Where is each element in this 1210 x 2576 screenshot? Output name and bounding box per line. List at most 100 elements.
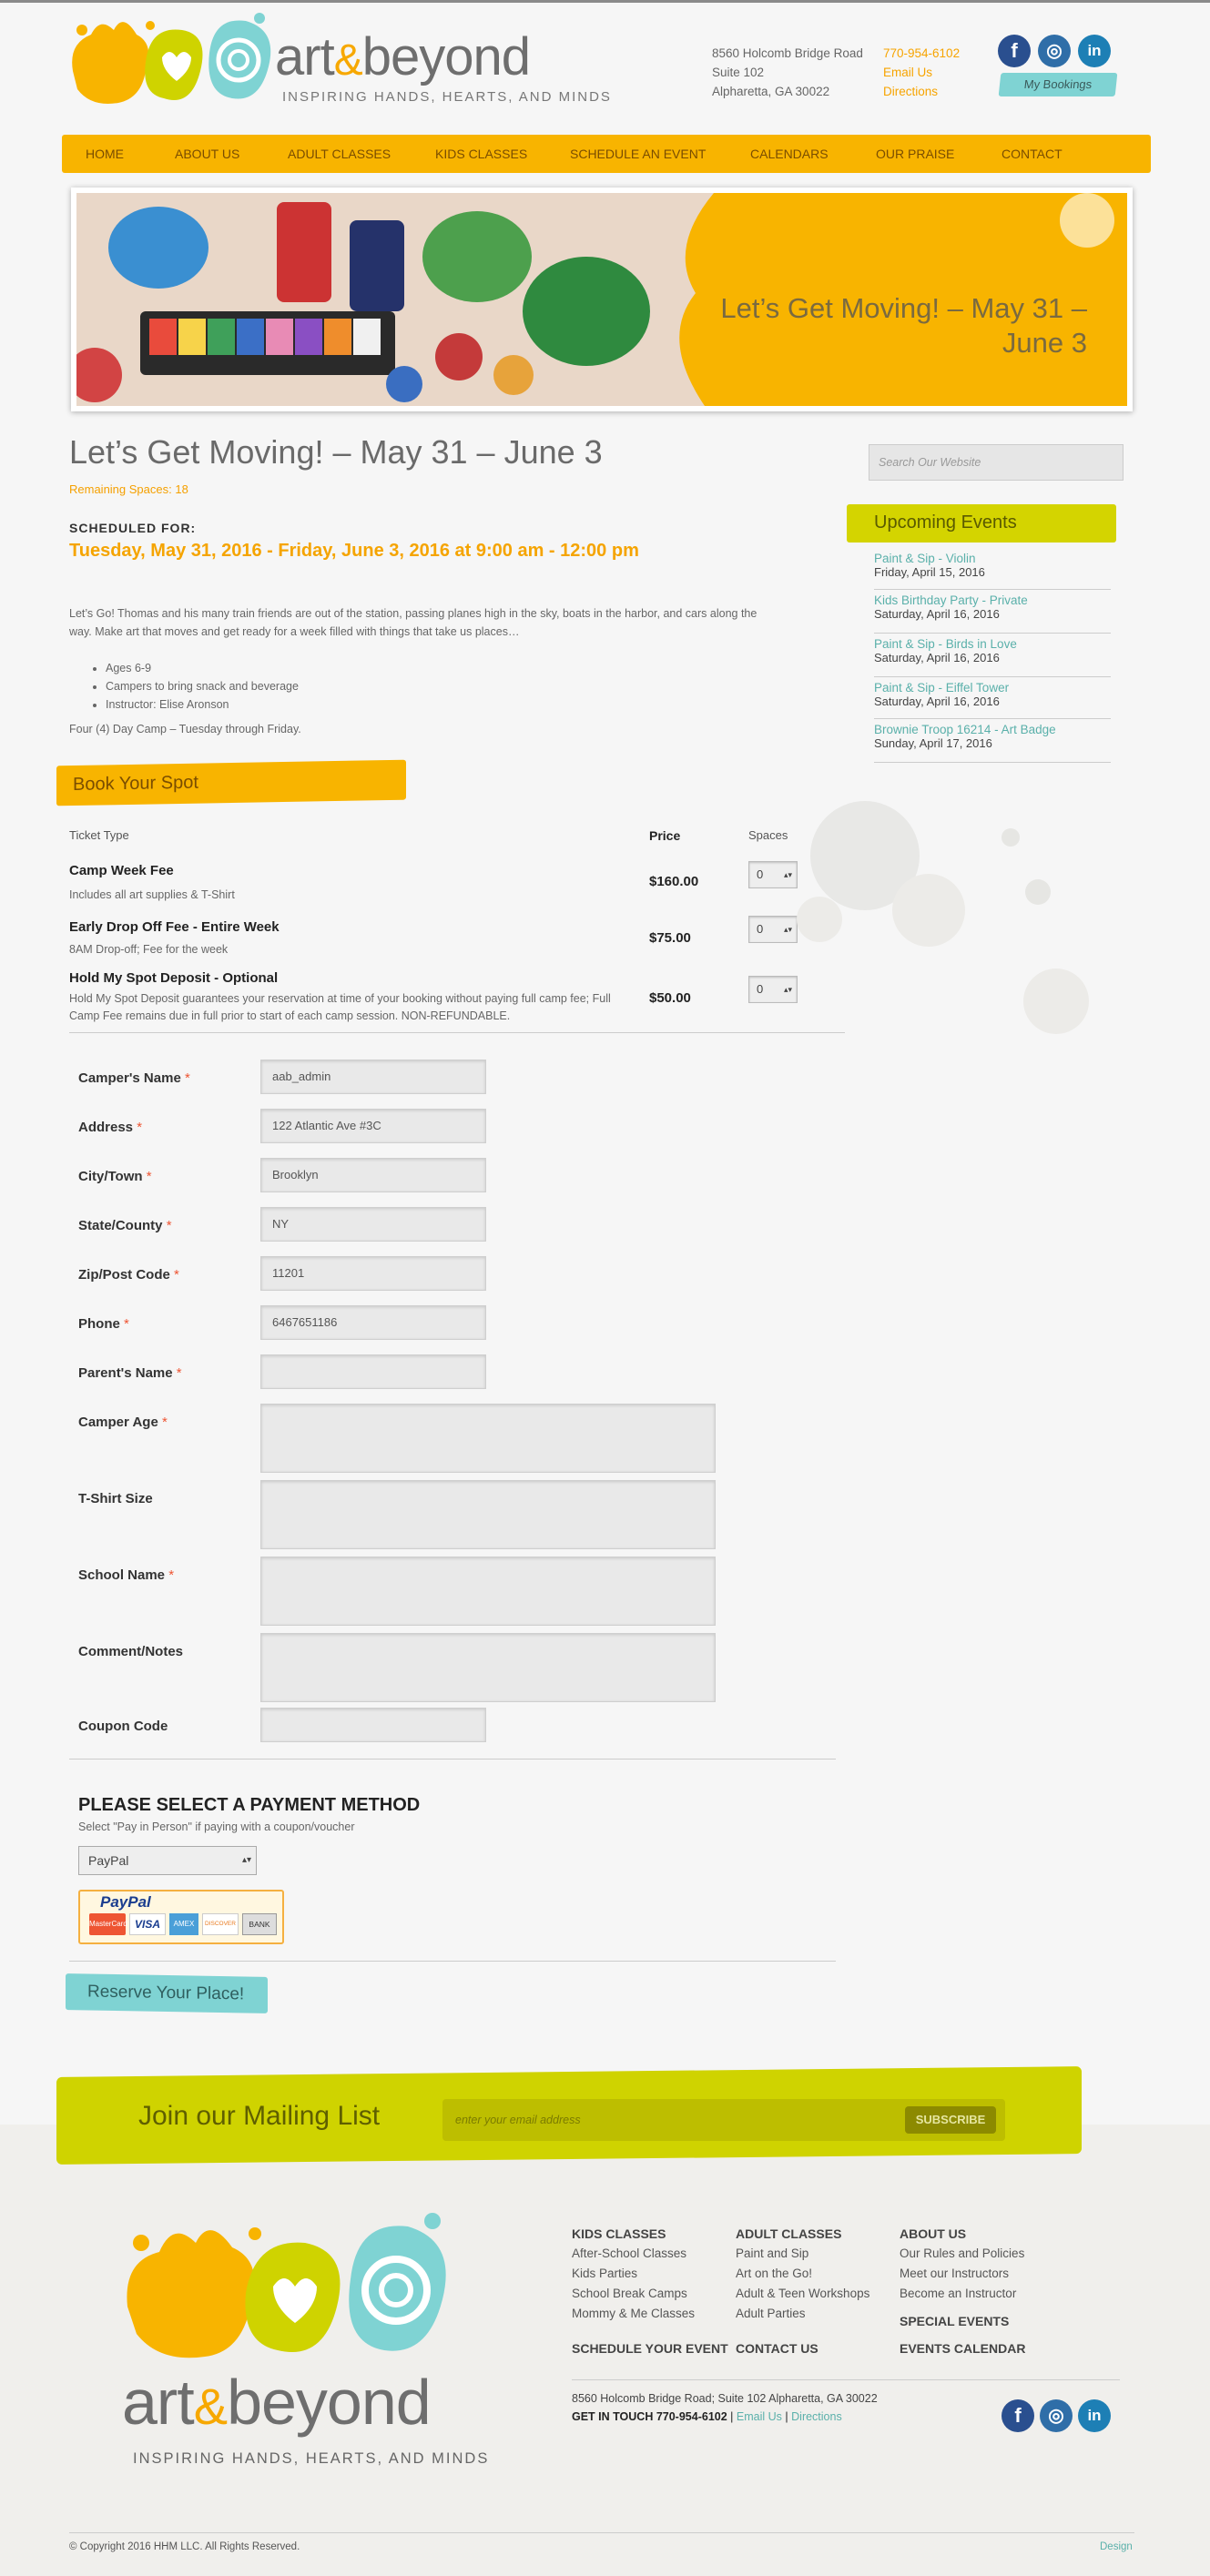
list-item: Campers to bring snack and beverage <box>106 677 299 695</box>
school-name-textarea[interactable] <box>260 1557 716 1626</box>
camper-age-textarea[interactable] <box>260 1404 716 1473</box>
field-label-address: Address * <box>78 1120 143 1135</box>
footer-kids-classes-link[interactable]: KIDS CLASSES <box>572 2226 666 2241</box>
discover-icon: DISCOVER <box>202 1913 239 1935</box>
nav-about-us[interactable]: ABOUT US <box>175 135 239 173</box>
footer-about-us-link[interactable]: ABOUT US <box>900 2226 966 2241</box>
ticket-price: $50.00 <box>649 990 691 1006</box>
list-item[interactable]: Paint & Sip - Eiffel Tower Saturday, Apri… <box>874 681 1111 719</box>
field-label-comment-notes: Comment/Notes <box>78 1644 184 1659</box>
nav-our-praise[interactable]: OUR PRAISE <box>876 135 954 173</box>
header-phone-link[interactable]: 770-954-6102 <box>883 44 960 63</box>
event-banner: Let’s Get Moving! – May 31 – June 3 <box>71 188 1133 411</box>
event-description: Let’s Go! Thomas and his many train frie… <box>69 607 758 638</box>
footer-adult-classes-link[interactable]: ADULT CLASSES <box>736 2226 841 2241</box>
comment-notes-textarea[interactable] <box>260 1633 716 1702</box>
nav-kids-classes[interactable]: KIDS CLASSES <box>435 135 527 173</box>
header-email-link[interactable]: Email Us <box>883 63 960 82</box>
col-ticket-type: Ticket Type <box>69 828 129 842</box>
state-input[interactable]: NY <box>260 1207 486 1242</box>
divider <box>69 1032 845 1033</box>
footer-link[interactable]: Kids Parties <box>572 2267 637 2280</box>
parents-name-input[interactable] <box>260 1354 486 1389</box>
list-item[interactable]: Brownie Troop 16214 - Art Badge Sunday, A… <box>874 723 1111 763</box>
footer-link[interactable]: Adult & Teen Workshops <box>736 2287 869 2300</box>
list-item[interactable]: Kids Birthday Party - Private Saturday, A… <box>874 593 1111 634</box>
linkedin-icon[interactable]: in <box>1078 35 1111 67</box>
footer-link[interactable]: Become an Instructor <box>900 2287 1016 2300</box>
footer-link[interactable]: School Break Camps <box>572 2287 687 2300</box>
nav-calendars[interactable]: CALENDARS <box>750 135 829 173</box>
footer-contact-us-link[interactable]: CONTACT US <box>736 2341 819 2356</box>
mastercard-icon: MasterCard <box>89 1913 127 1935</box>
design-credit-link[interactable]: Design <box>1100 2541 1133 2552</box>
linkedin-icon[interactable]: in <box>1078 2399 1111 2432</box>
phone-input[interactable]: 6467651186 <box>260 1305 486 1340</box>
footer-special-events-link[interactable]: SPECIAL EVENTS <box>900 2314 1009 2328</box>
footer-events-calendar-link[interactable]: EVENTS CALENDAR <box>900 2341 1025 2356</box>
list-item: Instructor: Elise Aronson <box>106 695 299 714</box>
scheduled-label: SCHEDULED FOR: <box>69 521 197 535</box>
footer-tagline: INSPIRING HANDS, HEARTS, AND MINDS <box>133 2450 490 2467</box>
footer-link[interactable]: Meet our Instructors <box>900 2267 1009 2280</box>
reserve-place-button[interactable]: Reserve Your Place! <box>66 1973 268 2013</box>
nav-schedule-an-event[interactable]: SCHEDULE AN EVENT <box>570 135 706 173</box>
nav-home[interactable]: HOME <box>86 135 124 173</box>
upcoming-events-header: Upcoming Events <box>847 504 1116 543</box>
subscribe-button[interactable]: SUBSCRIBE <box>905 2106 996 2134</box>
header-directions-link[interactable]: Directions <box>883 82 960 101</box>
ticket-name: Hold My Spot Deposit - Optional <box>69 970 279 986</box>
facebook-icon[interactable]: f <box>998 35 1031 67</box>
brand-logo-text[interactable]: art&beyond <box>275 31 531 84</box>
visa-icon: VISA <box>129 1913 166 1935</box>
instagram-icon[interactable]: ◎ <box>1040 2399 1073 2432</box>
nav-adult-classes[interactable]: ADULT CLASSES <box>288 135 391 173</box>
coupon-code-input[interactable] <box>260 1708 486 1742</box>
ticket-name: Early Drop Off Fee - Entire Week <box>69 919 280 935</box>
footer-email-link[interactable]: Email Us <box>737 2410 782 2423</box>
field-label-city: City/Town * <box>78 1169 152 1184</box>
footer-brand-text[interactable]: art&beyond <box>122 2370 432 2434</box>
scheduled-date: Tuesday, May 31, 2016 - Friday, June 3, … <box>69 541 639 561</box>
field-label-state: State/County * <box>78 1218 172 1233</box>
paint-splash-decoration <box>797 801 1089 1034</box>
payment-method-select[interactable]: PayPal ▴▾ <box>78 1846 257 1875</box>
campers-name-input[interactable]: aab_admin <box>260 1060 486 1094</box>
bank-icon: BANK <box>242 1913 277 1935</box>
list-item[interactable]: Paint & Sip - Birds in Love Saturday, Apr… <box>874 637 1111 677</box>
facebook-icon[interactable]: f <box>1002 2399 1034 2432</box>
nav-contact[interactable]: CONTACT <box>1002 135 1063 173</box>
footer-link[interactable]: After-School Classes <box>572 2246 686 2260</box>
field-label-campers-name: Camper's Name * <box>78 1070 190 1086</box>
footer-link[interactable]: Paint and Sip <box>736 2246 808 2260</box>
field-label-zip: Zip/Post Code * <box>78 1267 179 1283</box>
logo-splash-icon[interactable] <box>64 7 282 117</box>
footer-schedule-event-link[interactable]: SCHEDULE YOUR EVENT <box>572 2341 728 2356</box>
zip-input[interactable]: 11201 <box>260 1256 486 1291</box>
footer-directions-link[interactable]: Directions <box>791 2410 842 2423</box>
header-address: 8560 Holcomb Bridge Road Suite 102 Alpha… <box>712 46 863 98</box>
footer-link[interactable]: Our Rules and Policies <box>900 2246 1024 2260</box>
footer-link[interactable]: Art on the Go! <box>736 2267 812 2280</box>
tshirt-size-textarea[interactable] <box>260 1480 716 1549</box>
event-details-list: Ages 6-9 Campers to bring snack and beve… <box>106 659 299 714</box>
divider <box>69 1961 836 1962</box>
divider <box>69 2532 1134 2533</box>
city-input[interactable]: Brooklyn <box>260 1158 486 1192</box>
footer-logo-splash-icon[interactable] <box>118 2206 464 2370</box>
paypal-logo: PayPal MasterCard VISA AMEX DISCOVER BAN… <box>78 1890 284 1944</box>
chevron-down-icon: ▴▾ <box>241 1855 251 1865</box>
field-label-tshirt-size: T-Shirt Size <box>78 1491 153 1506</box>
my-bookings-button[interactable]: My Bookings <box>998 73 1118 96</box>
instagram-icon[interactable]: ◎ <box>1038 35 1071 67</box>
copyright: © Copyright 2016 HHM LLC. All Rights Res… <box>69 2541 300 2552</box>
field-label-coupon-code: Coupon Code <box>78 1719 168 1734</box>
address-input[interactable]: 122 Atlantic Ave #3C <box>260 1109 486 1143</box>
mailing-list-title: Join our Mailing List <box>138 2101 381 2131</box>
main-nav: HOME ABOUT US ADULT CLASSES KIDS CLASSES… <box>62 135 1151 173</box>
footer-link[interactable]: Adult Parties <box>736 2307 806 2320</box>
footer-link[interactable]: Mommy & Me Classes <box>572 2307 695 2320</box>
site-search-input[interactable]: Search Our Website <box>869 444 1124 481</box>
list-item[interactable]: Paint & Sip - Violin Friday, April 15, 20… <box>874 552 1111 590</box>
page: art&beyond INSPIRING HANDS, HEARTS, AND … <box>0 0 1210 2576</box>
